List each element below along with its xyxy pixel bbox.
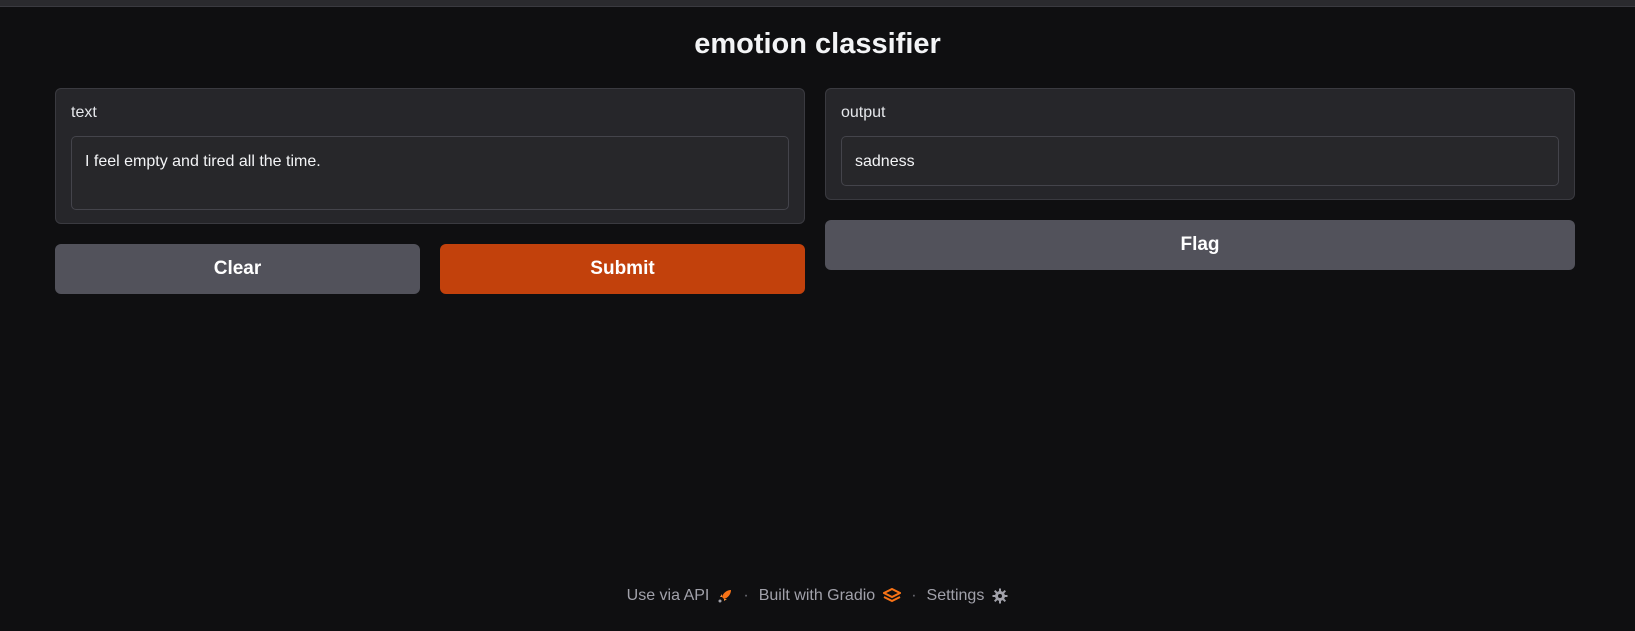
gradio-logo-icon bbox=[883, 588, 902, 604]
use-via-api-label: Use via API bbox=[626, 587, 710, 604]
input-label: text bbox=[71, 104, 97, 121]
footer: Use via API · Built with Gradio · Settin… bbox=[0, 587, 1635, 605]
settings-link[interactable]: Settings bbox=[927, 587, 1009, 605]
settings-label: Settings bbox=[926, 587, 985, 604]
flag-button[interactable]: Flag bbox=[825, 220, 1575, 270]
footer-separator: · bbox=[743, 587, 749, 604]
use-via-api-link[interactable]: Use via API bbox=[627, 587, 734, 605]
top-strip bbox=[0, 0, 1635, 7]
page-title: emotion classifier bbox=[694, 28, 941, 60]
output-label: output bbox=[841, 104, 886, 121]
submit-button[interactable]: Submit bbox=[440, 244, 805, 294]
input-panel: text I feel empty and tired all the time… bbox=[55, 88, 805, 224]
gear-icon bbox=[992, 588, 1008, 604]
rocket-icon bbox=[717, 588, 733, 604]
built-with-gradio-link[interactable]: Built with Gradio bbox=[759, 587, 902, 605]
output-field[interactable]: sadness bbox=[841, 136, 1559, 186]
text-input[interactable]: I feel empty and tired all the time. bbox=[71, 136, 789, 210]
footer-separator: · bbox=[911, 587, 917, 604]
built-with-gradio-label: Built with Gradio bbox=[758, 587, 876, 604]
output-panel: output sadness bbox=[825, 88, 1575, 200]
clear-button[interactable]: Clear bbox=[55, 244, 420, 294]
